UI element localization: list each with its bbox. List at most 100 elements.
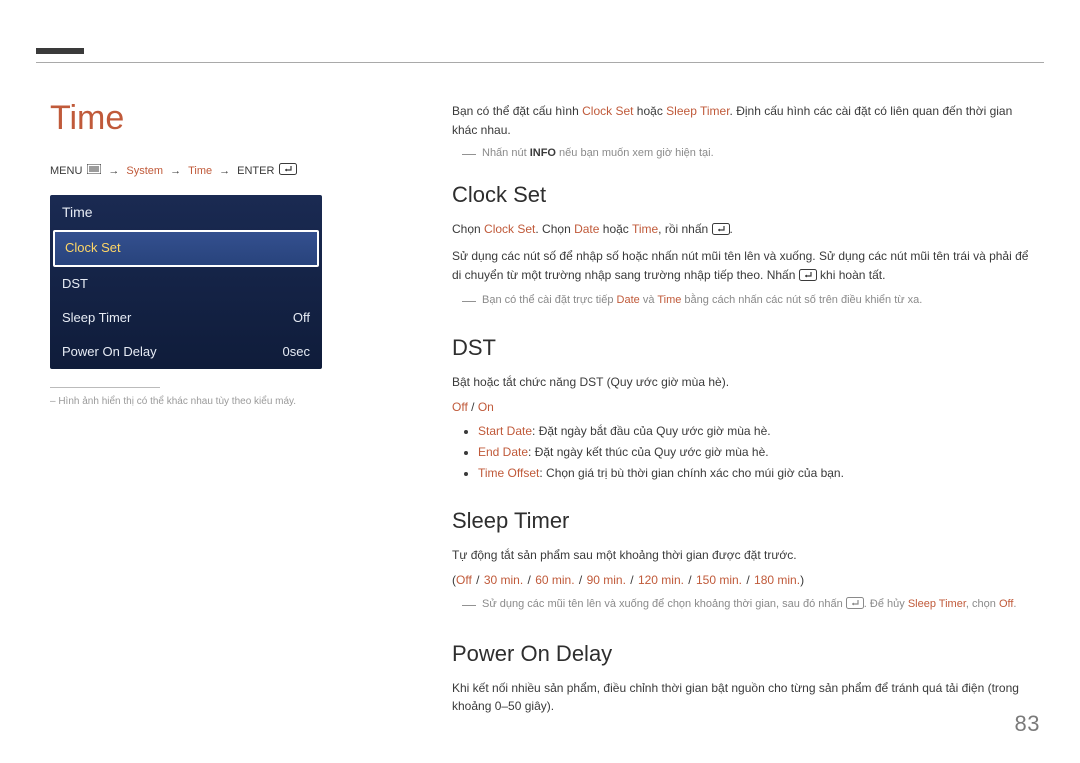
text: : Đặt ngày kết thúc của Quy ước giờ mùa … xyxy=(528,445,769,459)
page-title: Time xyxy=(50,92,370,145)
text: Sử dụng các mũi tên lên và xuống để chọn… xyxy=(482,598,846,610)
slash: / xyxy=(468,400,478,414)
decor-top-rule xyxy=(36,62,1044,63)
enter-icon xyxy=(799,268,817,287)
breadcrumb-arrow: → xyxy=(170,163,181,180)
note-dash-icon: ― xyxy=(462,146,476,162)
text: Sử dụng các nút số để nhập số hoặc nhấn … xyxy=(452,249,1028,282)
enter-icon xyxy=(712,222,730,241)
breadcrumb: MENU → System → Time → ENTER xyxy=(50,163,370,181)
text: , chọn xyxy=(966,598,999,610)
text: hoặc xyxy=(599,222,631,236)
text: bằng cách nhấn các nút số trên điều khiể… xyxy=(681,294,922,306)
text: : Đặt ngày bắt đầu của Quy ước giờ mùa h… xyxy=(532,424,771,438)
intro-paragraph: Bạn có thể đặt cấu hình Clock Set hoặc S… xyxy=(452,102,1032,139)
decor-thick-bar xyxy=(36,48,84,54)
text: : Chọn giá trị bù thời gian chính xác ch… xyxy=(539,466,844,480)
term: Time xyxy=(632,222,658,236)
slash: / xyxy=(685,573,695,587)
term: Off xyxy=(999,598,1013,610)
opt: 120 min. xyxy=(638,573,684,587)
term: Date xyxy=(617,294,640,306)
text: Bạn có thể cài đặt trực tiếp xyxy=(482,294,617,306)
text: , rồi nhấn xyxy=(658,222,711,236)
text: . xyxy=(1013,598,1016,610)
text: hoặc xyxy=(633,104,666,118)
heading-power-on-delay: Power On Delay xyxy=(452,637,1032,671)
osd-item-label: Sleep Timer xyxy=(62,308,131,328)
slash: / xyxy=(743,573,753,587)
note-clock-set: ― Bạn có thể cài đặt trực tiếp Date và T… xyxy=(462,292,1032,309)
text: . Để hủy xyxy=(864,598,908,610)
term: Time xyxy=(657,294,681,306)
text: Chọn xyxy=(452,222,484,236)
page-number: 83 xyxy=(1015,707,1040,741)
term-sleep-timer: Sleep Timer xyxy=(666,104,729,118)
text: Bạn có thể đặt cấu hình xyxy=(452,104,582,118)
term: Start Date xyxy=(478,424,532,438)
osd-header: Time xyxy=(50,195,322,231)
term-clock-set: Clock Set xyxy=(582,104,633,118)
text: . Chọn xyxy=(535,222,574,236)
term: End Date xyxy=(478,445,528,459)
osd-item-value: Off xyxy=(293,308,310,328)
enter-icon xyxy=(846,597,864,615)
slash: / xyxy=(524,573,534,587)
term: Clock Set xyxy=(484,222,535,236)
osd-item-dst[interactable]: DST xyxy=(50,267,322,301)
breadcrumb-arrow: → xyxy=(219,163,230,180)
opt: 30 min. xyxy=(484,573,523,587)
opt-off: Off xyxy=(452,400,468,414)
osd-item-value: 0sec xyxy=(283,342,310,362)
opt: 180 min. xyxy=(754,573,800,587)
dst-options: Off / On xyxy=(452,398,1032,417)
text: nếu bạn muốn xem giờ hiện tại. xyxy=(556,147,714,159)
text: khi hoàn tất. xyxy=(817,268,886,282)
breadcrumb-system: System xyxy=(126,163,163,180)
opt: 150 min. xyxy=(696,573,742,587)
heading-clock-set: Clock Set xyxy=(452,178,1032,212)
opt: Off xyxy=(456,573,472,587)
slash: / xyxy=(576,573,586,587)
sleep-timer-p1: Tự động tắt sản phẩm sau một khoảng thời… xyxy=(452,546,1032,565)
clock-set-p1: Chọn Clock Set. Chọn Date hoặc Time, rồi… xyxy=(452,220,1032,241)
footnote-text: – Hình ảnh hiển thị có thể khác nhau tùy… xyxy=(50,394,370,410)
opt: 90 min. xyxy=(587,573,626,587)
power-on-delay-p1: Khi kết nối nhiều sản phẩm, điều chỉnh t… xyxy=(452,679,1032,716)
heading-sleep-timer: Sleep Timer xyxy=(452,504,1032,538)
osd-item-power-on-delay[interactable]: Power On Delay 0sec xyxy=(50,335,322,369)
term-info: INFO xyxy=(530,147,556,159)
list-item: End Date: Đặt ngày kết thúc của Quy ước … xyxy=(478,443,1032,462)
breadcrumb-arrow: → xyxy=(108,163,119,180)
text: và xyxy=(640,294,658,306)
note-info: ― Nhấn nút INFO nếu bạn muốn xem giờ hiệ… xyxy=(462,145,1032,162)
footnote-divider xyxy=(50,387,160,388)
clock-set-p2: Sử dụng các nút số để nhập số hoặc nhấn … xyxy=(452,247,1032,286)
osd-item-clock-set[interactable]: Clock Set xyxy=(53,230,319,266)
breadcrumb-enter: ENTER xyxy=(237,163,274,180)
slash: / xyxy=(473,573,483,587)
note-sleep-timer: ― Sử dụng các mũi tên lên và xuống để ch… xyxy=(462,596,1032,615)
heading-dst: DST xyxy=(452,331,1032,365)
osd-item-label: Power On Delay xyxy=(62,342,157,362)
term: Sleep Timer xyxy=(908,598,966,610)
term: Time Offset xyxy=(478,466,539,480)
osd-item-label: DST xyxy=(62,274,88,294)
dst-p1: Bật hoặc tắt chức năng DST (Quy ước giờ … xyxy=(452,373,1032,392)
slash: / xyxy=(627,573,637,587)
enter-icon xyxy=(279,163,297,181)
dst-list: Start Date: Đặt ngày bắt đầu của Quy ước… xyxy=(452,422,1032,482)
note-dash-icon: ― xyxy=(462,597,476,615)
text: Nhấn nút xyxy=(482,147,530,159)
menu-icon xyxy=(87,163,101,180)
term: Date xyxy=(574,222,599,236)
osd-panel: Time Clock Set DST Sleep Timer Off Power… xyxy=(50,195,322,369)
list-item: Start Date: Đặt ngày bắt đầu của Quy ước… xyxy=(478,422,1032,441)
breadcrumb-time: Time xyxy=(188,163,212,180)
sleep-timer-options: (Off / 30 min. / 60 min. / 90 min. / 120… xyxy=(452,571,1032,590)
breadcrumb-menu: MENU xyxy=(50,163,82,180)
osd-item-sleep-timer[interactable]: Sleep Timer Off xyxy=(50,301,322,335)
opt: 60 min. xyxy=(535,573,574,587)
osd-item-label: Clock Set xyxy=(65,238,121,258)
paren-close: ) xyxy=(800,573,804,587)
